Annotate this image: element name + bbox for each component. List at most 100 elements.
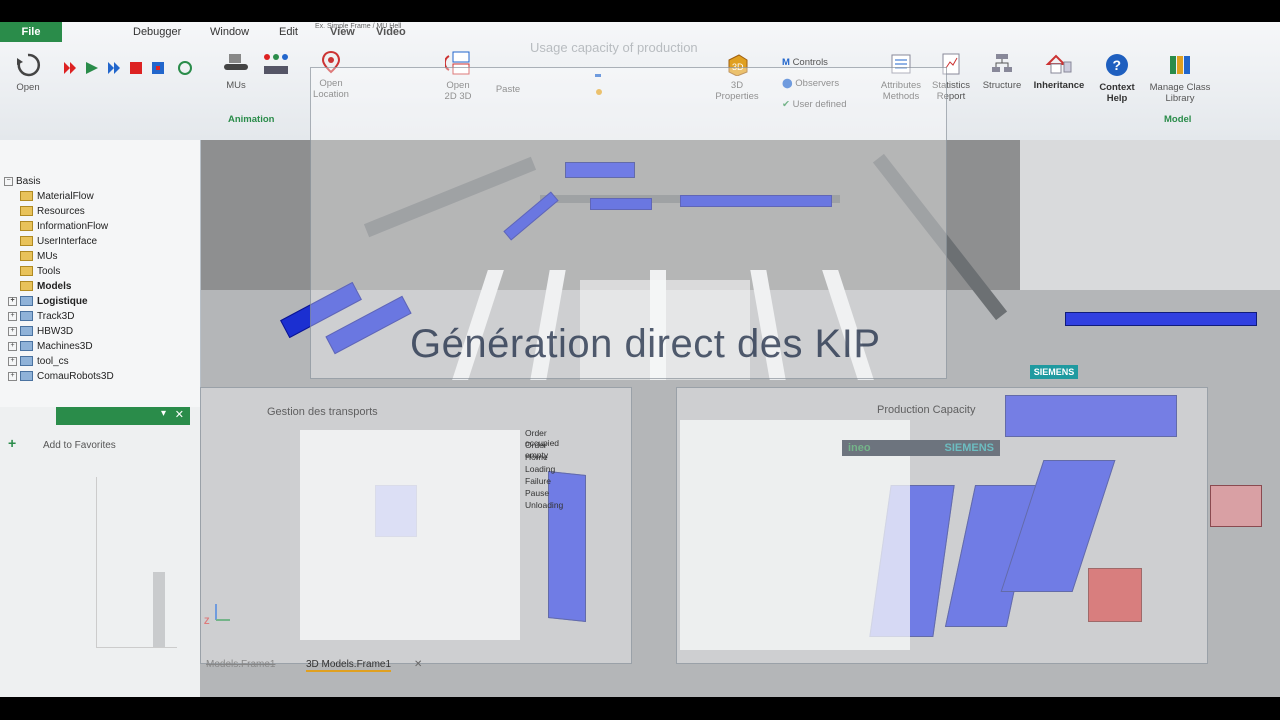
tab-3d-models-frame1[interactable]: 3D Models.Frame1 (306, 659, 392, 672)
library-folder-icon (20, 341, 33, 352)
library-folder-icon (20, 356, 33, 367)
tree-item-label: MaterialFlow (37, 191, 94, 202)
clock-icon[interactable] (178, 61, 192, 75)
structure-label: Structure (982, 80, 1022, 91)
mus-label: MUs (226, 80, 246, 91)
favorites-titlebar: ✕ ▾ (56, 407, 190, 425)
group-model-label: Model (1164, 114, 1192, 125)
window-title: Ex. Simple Frame / MU Hell (315, 23, 402, 30)
refresh-icon (17, 53, 41, 77)
close-tab-icon[interactable]: ✕ (414, 659, 422, 670)
sky-area (1020, 140, 1280, 290)
tree-item-label: Models (37, 281, 72, 292)
expand-icon[interactable]: + (8, 311, 17, 321)
folder-icon (20, 206, 33, 217)
transport-overlay-title: Gestion des transports (267, 406, 378, 418)
tab-edit[interactable]: Edit (279, 26, 298, 38)
truck-trailer (1065, 312, 1257, 326)
chart-title-ghost: Usage capacity of production (530, 40, 698, 55)
status-bar (0, 697, 1280, 720)
tree-item-mus[interactable]: MUs (20, 251, 58, 262)
step-icon[interactable] (108, 62, 120, 74)
conveyor-icon (224, 54, 248, 70)
folder-icon (20, 221, 33, 232)
tree-item-tools[interactable]: Tools (20, 266, 60, 277)
collapse-icon[interactable]: − (4, 176, 13, 186)
help-icon: ? (1106, 54, 1128, 76)
legend-item: Failure (525, 476, 551, 486)
folder-icon (20, 266, 33, 277)
house-icon (1045, 54, 1072, 74)
tab-window[interactable]: Window (210, 26, 249, 38)
library-folder-icon (20, 326, 33, 337)
tab-debugger[interactable]: Debugger (133, 26, 181, 38)
library-icon (1170, 56, 1190, 74)
open-label: Open (16, 82, 40, 93)
tree-item-label: Resources (37, 206, 85, 217)
tree-item-resources[interactable]: Resources (20, 206, 85, 217)
mini-chart-bar (153, 572, 165, 647)
stop-icon[interactable] (130, 62, 142, 74)
structure-button[interactable]: Structure (980, 52, 1024, 91)
tree-item-materialflow[interactable]: MaterialFlow (20, 191, 94, 202)
context-help-button[interactable]: ? Context Help (1094, 52, 1140, 104)
truck-cab (1210, 485, 1262, 527)
pin-icon[interactable]: ▾ (161, 408, 166, 419)
mini-chart (96, 477, 177, 648)
tree-item-comaurobots3d[interactable]: + ComauRobots3D (8, 371, 114, 382)
file-tab[interactable]: File (0, 22, 62, 42)
rewind-icon[interactable] (64, 62, 76, 74)
structure-icon (992, 54, 1012, 72)
tree-item-label: HBW3D (37, 326, 74, 337)
tree-item-hbw3d[interactable]: + HBW3D (8, 326, 73, 337)
expand-icon[interactable]: + (8, 296, 17, 306)
favorites-panel: ✕ ▾ + Add to Favorites (0, 407, 200, 697)
context-help-label: Context Help (1099, 82, 1135, 104)
play-icon[interactable] (86, 62, 98, 74)
tree-item-label: Tools (37, 266, 61, 277)
legend-item: Loading (525, 464, 556, 474)
siemens-sign: SIEMENS (1030, 365, 1078, 379)
application-window: File Debugger Window Edit View Video Ex.… (0, 22, 1280, 697)
network-icon[interactable] (262, 52, 290, 83)
expand-icon[interactable]: + (8, 356, 17, 366)
tree-item-label: Track3D (37, 311, 75, 322)
tree-item-label: InformationFlow (37, 221, 109, 232)
tree-item-userinterface[interactable]: UserInterface (20, 236, 97, 247)
tree-item-label: Logistique (37, 296, 88, 307)
tree-item-models[interactable]: Models (20, 281, 71, 292)
tree-item-logistique[interactable]: + Logistique (8, 296, 88, 307)
tree-item-informationflow[interactable]: InformationFlow (20, 221, 108, 232)
manage-class-library-label: Manage Class Library (1149, 82, 1211, 104)
expand-icon[interactable]: + (8, 326, 17, 336)
manage-class-library-button[interactable]: Manage Class Library (1148, 52, 1212, 104)
inheritance-label: Inheritance (1033, 80, 1085, 91)
add-to-favorites-button[interactable]: + Add to Favorites (8, 435, 116, 451)
class-library-tree: − Basis MaterialFlow Resources Informatio… (0, 140, 201, 430)
inheritance-button[interactable]: Inheritance (1030, 52, 1088, 91)
folder-icon (20, 251, 33, 262)
legend-item: Home (525, 452, 548, 462)
production-overlay-title: Production Capacity (877, 404, 976, 416)
add-icon: + (8, 435, 17, 451)
tree-item-label: Basis (16, 176, 41, 187)
expand-icon[interactable]: + (8, 371, 17, 381)
kpi-caption: Génération direct des KIP (410, 322, 881, 366)
expand-icon[interactable]: + (8, 341, 17, 351)
library-folder-icon (20, 311, 33, 322)
tree-item-tool-cs[interactable]: + tool_cs (8, 356, 69, 367)
tree-item-basis[interactable]: − Basis (4, 176, 40, 187)
close-icon[interactable]: ✕ (175, 408, 184, 421)
library-folder-icon (20, 371, 33, 382)
tab-models-frame1[interactable]: Models.Frame1 (206, 659, 275, 670)
tree-item-machines3d[interactable]: + Machines3D (8, 341, 93, 352)
open-button[interactable]: Open (12, 52, 44, 93)
production-overlay: Production Capacity (676, 387, 1208, 664)
mus-button[interactable]: MUs (218, 50, 254, 91)
record-icon[interactable] (152, 62, 164, 74)
tree-item-track3d[interactable]: + Track3D (8, 311, 74, 322)
tree-item-label: Machines3D (37, 341, 93, 352)
folder-icon (20, 281, 33, 292)
tree-item-label: tool_cs (37, 356, 69, 367)
tree-item-label: ComauRobots3D (37, 371, 114, 382)
